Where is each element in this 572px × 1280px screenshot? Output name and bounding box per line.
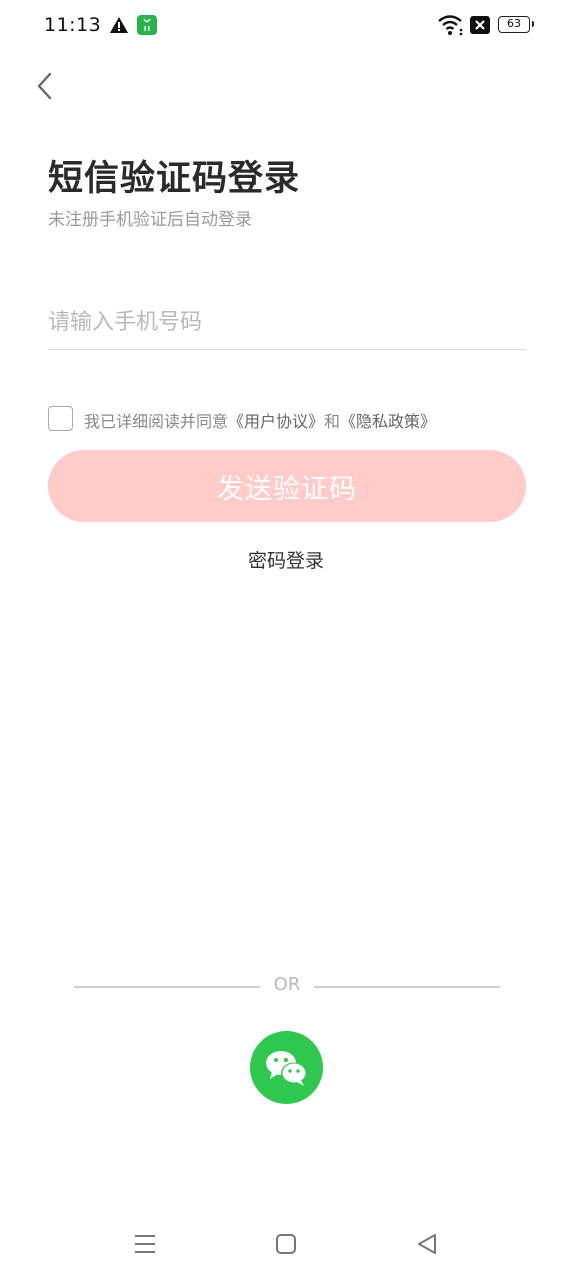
agreement-text: 我已详细阅读并同意《用户协议》和《隐私政策》 <box>84 408 436 432</box>
agreement-prefix: 我已详细阅读并同意 <box>84 412 229 431</box>
user-agreement-link[interactable]: 《用户协议》 <box>228 412 324 431</box>
warning-icon <box>110 17 128 33</box>
battery-level: 63 <box>507 17 521 30</box>
or-divider: OR <box>74 974 500 1000</box>
sim-icon <box>470 16 490 34</box>
page-title: 短信验证码登录 <box>48 159 301 199</box>
or-text: OR <box>273 974 301 995</box>
battery-icon: 63 <box>498 16 534 33</box>
agreement-checkbox[interactable] <box>48 406 73 431</box>
back-button[interactable] <box>28 68 62 104</box>
agreement-conjunction: 和 <box>324 412 341 431</box>
phone-number-input[interactable] <box>48 296 526 350</box>
wechat-icon <box>266 1051 307 1086</box>
back-icon[interactable] <box>415 1232 439 1256</box>
page-subtitle: 未注册手机验证后自动登录 <box>48 210 252 230</box>
app-notification-icon <box>137 15 157 35</box>
password-login-link[interactable]: 密码登录 <box>0 546 572 573</box>
wifi-icon <box>438 15 463 36</box>
agreement-row: 我已详细阅读并同意《用户协议》和《隐私政策》 <box>48 406 528 434</box>
wechat-login-button[interactable] <box>250 1031 323 1104</box>
send-code-button[interactable]: 发送验证码 <box>48 450 526 522</box>
privacy-policy-link[interactable]: 《隐私政策》 <box>340 412 436 431</box>
divider-line-right <box>314 986 500 988</box>
status-bar: 11:13 63 <box>0 0 572 52</box>
home-icon[interactable] <box>275 1232 297 1256</box>
menu-icon[interactable] <box>134 1232 156 1256</box>
status-time: 11:13 <box>44 14 102 36</box>
chevron-left-icon <box>37 72 52 100</box>
system-nav-bar <box>0 1218 572 1274</box>
